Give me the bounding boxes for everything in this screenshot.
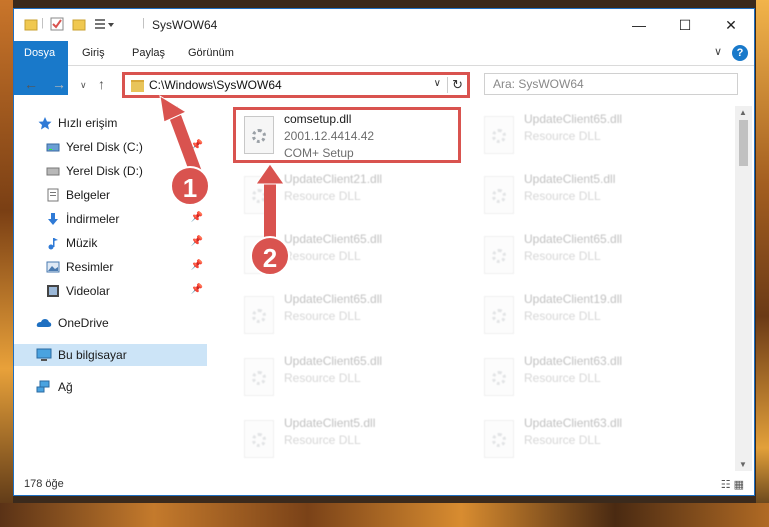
arrow-2: [255, 163, 285, 240]
annotation-overlay: [159, 95, 285, 240]
step-badge-2: 2: [250, 236, 290, 276]
step-badge-1: 1: [170, 166, 210, 206]
